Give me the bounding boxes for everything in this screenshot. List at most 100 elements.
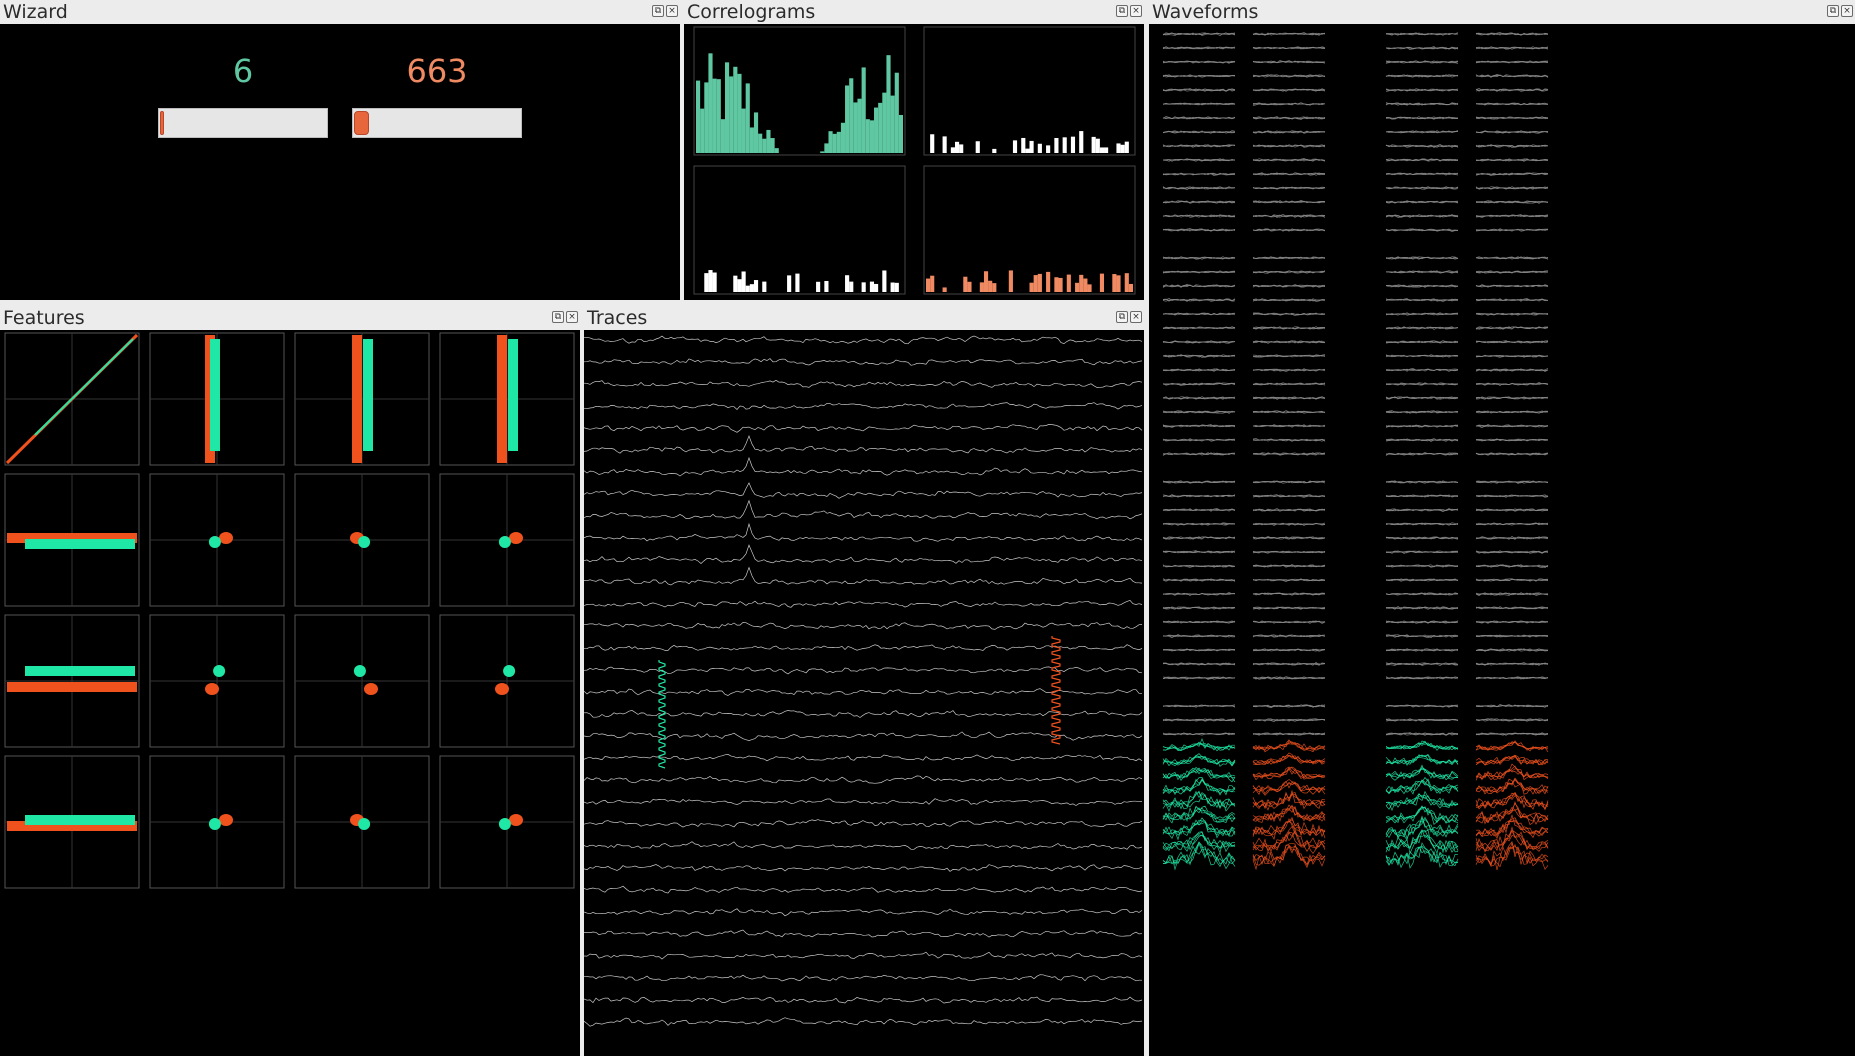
match-cluster-slider[interactable] — [352, 108, 522, 138]
feature-cluster-b — [495, 683, 509, 695]
match-cluster-slider-handle[interactable] — [354, 111, 369, 135]
waveforms-body[interactable] — [1149, 24, 1855, 1056]
correlogram-grid[interactable] — [684, 24, 1144, 300]
feature-band-a — [210, 339, 220, 451]
waveforms-titlebar[interactable]: Waveforms ⧉ × — [1149, 0, 1855, 24]
feature-band-a — [363, 339, 373, 451]
feature-subplot — [294, 614, 430, 748]
correlogram-bar — [882, 270, 887, 292]
correlogram-bar — [1112, 274, 1117, 292]
close-icon[interactable]: × — [1130, 5, 1142, 17]
correlogram-bar — [853, 102, 858, 153]
trace-line — [584, 841, 1143, 850]
waveform-column — [1252, 32, 1326, 871]
correlogram-bar — [737, 279, 742, 292]
best-cluster-slider-handle[interactable] — [160, 111, 164, 135]
float-icon[interactable]: ⧉ — [1116, 311, 1128, 323]
close-icon[interactable]: × — [1841, 5, 1853, 17]
correlogram-bar — [845, 85, 850, 153]
float-icon[interactable]: ⧉ — [552, 311, 564, 323]
features-body[interactable] — [0, 330, 580, 1056]
trace-line — [584, 435, 1143, 454]
traces-plot[interactable] — [584, 330, 1144, 1056]
feature-band-b — [497, 335, 507, 463]
waveform-trace — [1252, 805, 1326, 823]
correlogram-bar — [733, 275, 738, 292]
feature-cluster-a — [358, 536, 371, 548]
correlogram-bar — [741, 108, 746, 153]
best-cluster-id: 6 — [232, 52, 254, 90]
wizard-titlebar[interactable]: Wizard ⧉ × — [0, 0, 680, 24]
traces-titlebar[interactable]: Traces ⧉ × — [584, 306, 1144, 330]
feature-cluster-a — [358, 818, 371, 830]
correlogram-bar — [1124, 141, 1129, 153]
correlograms-titlebar[interactable]: Correlograms ⧉ × — [684, 0, 1144, 24]
correlogram-bar — [967, 281, 972, 292]
feature-scatter-matrix[interactable] — [0, 330, 580, 1056]
trace-line — [584, 599, 1143, 608]
correlogram-bar — [1124, 273, 1129, 292]
trace-line — [584, 929, 1143, 938]
correlogram-bar — [878, 102, 883, 153]
trace-line — [584, 522, 1143, 542]
correlogram-bar — [926, 278, 931, 292]
correlogram-bar — [749, 127, 754, 153]
feature-cluster-a — [208, 818, 221, 830]
correlogram-bar — [704, 273, 709, 292]
feature-subplot — [294, 332, 430, 466]
correlogram-bar — [861, 282, 866, 292]
correlogram-bar — [1037, 273, 1042, 292]
match-cluster-id: 663 — [406, 52, 468, 90]
best-cluster-slider[interactable] — [158, 108, 328, 138]
waveform-plot[interactable] — [1149, 24, 1855, 1056]
trace-line — [584, 951, 1143, 960]
trace-line — [584, 775, 1143, 784]
feature-cluster-b — [219, 532, 233, 544]
correlogram-bar — [795, 273, 800, 292]
correlogram-bar — [849, 78, 854, 153]
correlogram-bar — [942, 287, 947, 292]
trace-line — [584, 688, 1143, 696]
correlogram-bar — [1079, 274, 1084, 292]
correlogram-bar — [1087, 284, 1092, 292]
close-icon[interactable]: × — [666, 5, 678, 17]
correlogram-bar — [741, 271, 746, 292]
trace-line — [584, 482, 1143, 499]
correlogram-bar — [762, 281, 767, 292]
correlogram-bar — [766, 129, 771, 153]
trace-line — [584, 499, 1143, 520]
close-icon[interactable]: × — [566, 311, 578, 323]
correlograms-panel: Correlograms ⧉ × — [684, 0, 1144, 300]
correlogram-bar — [975, 141, 980, 153]
correlogram-bar — [696, 80, 701, 153]
correlogram-bar — [992, 283, 997, 292]
features-titlebar[interactable]: Features ⧉ × — [0, 306, 580, 330]
traces-body[interactable] — [584, 330, 1144, 1056]
trace-line — [584, 864, 1143, 872]
correlogram-bar — [712, 78, 717, 153]
feature-band-b — [352, 335, 362, 463]
correlogram-cell — [923, 165, 1136, 295]
trace-line — [584, 379, 1143, 388]
correlogram-bar — [992, 148, 997, 153]
correlogram-bar — [874, 283, 879, 292]
feature-subplot — [4, 614, 140, 748]
float-icon[interactable]: ⧉ — [652, 5, 664, 17]
correlogram-bar — [708, 53, 713, 153]
feature-band-a — [25, 539, 135, 549]
correlogram-bar — [1095, 138, 1100, 153]
correlogram-bar — [898, 114, 903, 153]
float-icon[interactable]: ⧉ — [1827, 5, 1839, 17]
correlogram-bar — [753, 280, 759, 292]
feature-subplot — [439, 473, 575, 607]
trace-line — [584, 798, 1143, 806]
close-icon[interactable]: × — [1130, 311, 1142, 323]
correlogram-bar — [857, 98, 862, 153]
correlograms-body[interactable] — [684, 24, 1144, 300]
correlogram-bar — [820, 151, 825, 153]
correlogram-bar — [886, 55, 891, 153]
float-icon[interactable]: ⧉ — [1116, 5, 1128, 17]
correlogram-bar — [1029, 282, 1034, 292]
correlogram-bar — [1008, 270, 1013, 292]
correlogram-bar — [836, 131, 841, 153]
